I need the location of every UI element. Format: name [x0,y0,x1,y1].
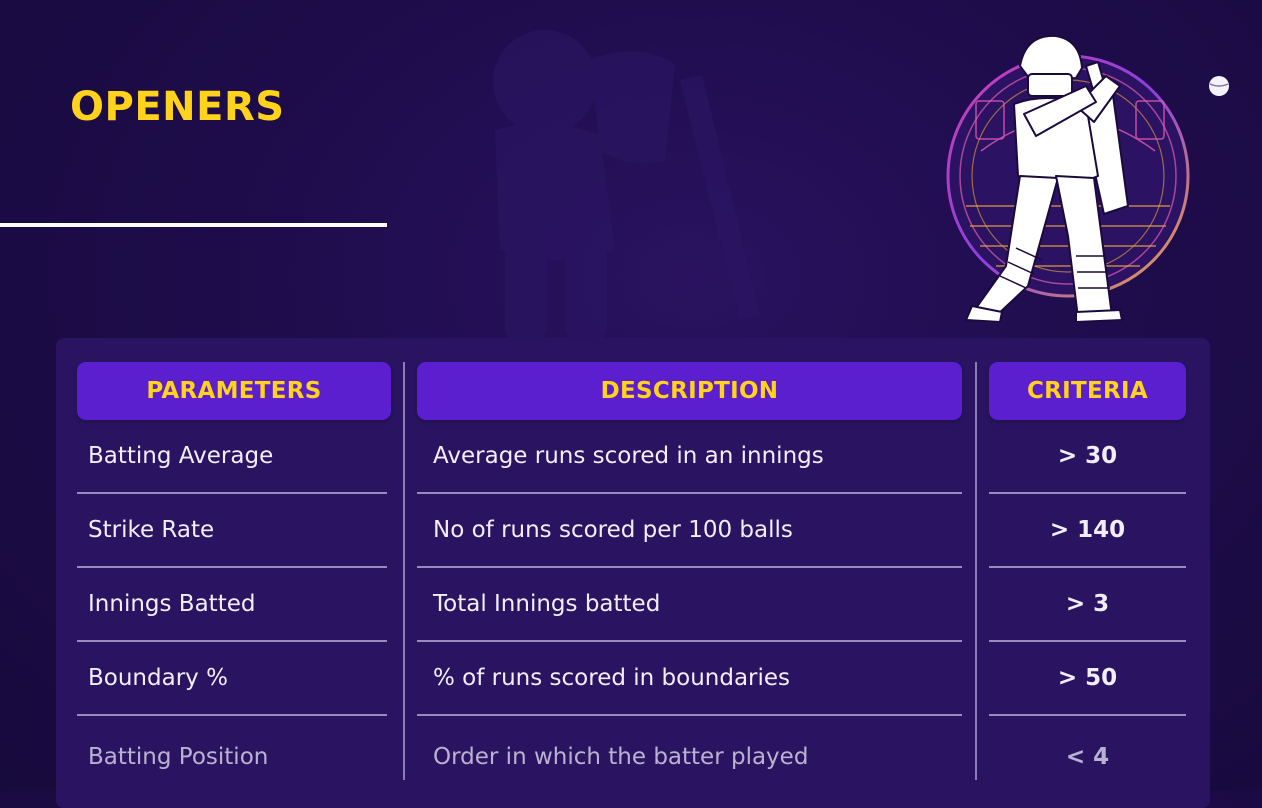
row-5-parameter: Batting Position [88,744,269,770]
background-batter-silhouette [493,30,760,340]
row-4-description: % of runs scored in boundaries [417,642,962,716]
title-underline [0,223,387,227]
row-1-criteria: > 30 [989,420,1186,494]
row-1-description: Average runs scored in an innings [417,420,962,494]
row-1-parameter: Batting Average [77,420,387,494]
header-criteria: CRITERIA [989,362,1186,420]
column-separator [975,362,977,780]
row-2-criteria: > 140 [989,494,1186,568]
row-4-criteria: > 50 [989,642,1186,716]
slide-title: OPENERS [70,84,285,130]
row-5-criteria: < 4 [1065,744,1110,770]
row-3-criteria: > 3 [989,568,1186,642]
header-parameters: PARAMETERS [77,362,391,420]
header-description: DESCRIPTION [417,362,962,420]
row-2-description: No of runs scored per 100 balls [417,494,962,568]
cricket-batter-illustration [946,34,1190,322]
row-5-description: Order in which the batter played [433,744,809,770]
row-3-parameter: Innings Batted [77,568,387,642]
row-4-parameter: Boundary % [77,642,387,716]
row-2-parameter: Strike Rate [77,494,387,568]
column-separator [403,362,405,780]
row-3-description: Total Innings batted [417,568,962,642]
cricket-ball-icon [1209,76,1229,96]
